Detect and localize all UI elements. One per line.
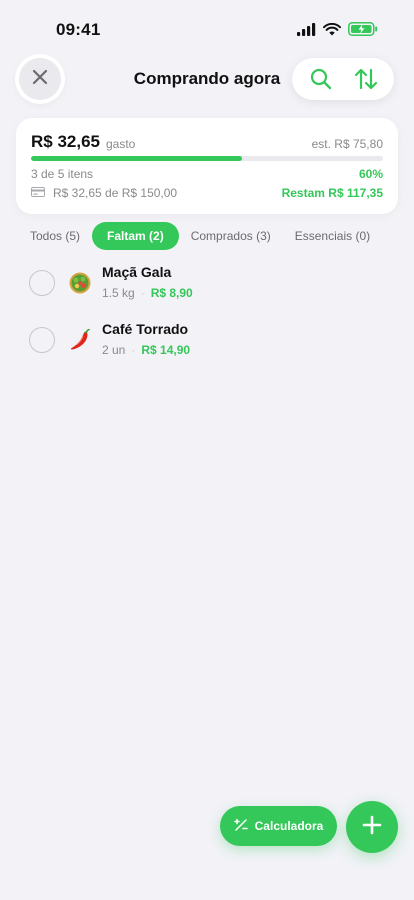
status-time: 09:41 <box>56 20 101 39</box>
status-icons <box>297 22 378 36</box>
wifi-icon <box>323 22 341 36</box>
item-quantity: 1.5 kg <box>102 286 135 300</box>
estimate-total: est. R$ 75,80 <box>311 137 383 151</box>
item-meta: 2 un · R$ 14,90 <box>102 343 190 357</box>
cellular-signal-icon <box>297 22 316 36</box>
item-meta: 1.5 kg · R$ 8,90 <box>102 286 193 300</box>
sort-arrows-icon <box>348 61 384 97</box>
sort-button[interactable] <box>348 61 384 97</box>
spent-amount: R$ 32,65 <box>31 132 100 151</box>
filter-tabs: Todos (5) Faltam (2) Comprados (3) Essen… <box>19 222 382 250</box>
list-item[interactable]: Café Torrado 2 un · R$ 14,90 <box>0 315 414 372</box>
search-button[interactable] <box>303 61 339 97</box>
budget-text: R$ 32,65 de R$ 150,00 <box>53 186 178 200</box>
item-price: R$ 14,90 <box>141 343 191 357</box>
status-bar: 09:41 <box>0 0 414 56</box>
item-name: Maçã Gala <box>102 264 172 280</box>
header-actions <box>292 58 394 100</box>
item-name: Café Torrado <box>102 321 189 337</box>
progress-bar <box>31 156 383 161</box>
calculator-icon <box>233 818 248 835</box>
summary-card: R$ 32,65 gasto est. R$ 75,80 3 de 5 iten… <box>16 118 398 214</box>
shopping-list: Maçã Gala 1.5 kg · R$ 8,90 Café Torrado … <box>0 258 414 372</box>
separator-dot: · <box>131 343 136 357</box>
separator-dot: · <box>140 286 145 300</box>
plus-icon <box>362 815 382 840</box>
add-item-button[interactable] <box>346 801 398 853</box>
items-count: 3 de 5 itens <box>31 167 94 181</box>
tab-todos[interactable]: Todos (5) <box>19 222 92 250</box>
progress-fill <box>31 156 243 161</box>
item-price: R$ 8,90 <box>150 286 193 300</box>
salad-icon <box>67 270 93 296</box>
tab-faltam[interactable]: Faltam (2) <box>92 222 179 250</box>
card-icon <box>31 186 45 200</box>
spent-label: gasto <box>106 137 136 151</box>
item-quantity: 2 un <box>102 343 126 357</box>
remaining-budget: Restam R$ 117,35 <box>281 186 383 200</box>
item-checkbox[interactable] <box>29 327 55 353</box>
search-icon <box>303 61 339 97</box>
item-checkbox[interactable] <box>29 270 55 296</box>
chili-pepper-icon <box>67 327 93 353</box>
tab-comprados[interactable]: Comprados (3) <box>179 222 283 250</box>
list-item[interactable]: Maçã Gala 1.5 kg · R$ 8,90 <box>0 258 414 315</box>
calculator-label: Calculadora <box>254 819 324 833</box>
tab-essenciais[interactable]: Essenciais (0) <box>283 222 382 250</box>
budget-row: R$ 32,65 de R$ 150,00 <box>31 186 177 200</box>
battery-charging-icon <box>348 22 378 36</box>
progress-percent: 60% <box>358 167 383 181</box>
calculator-button[interactable]: Calculadora <box>220 806 337 846</box>
